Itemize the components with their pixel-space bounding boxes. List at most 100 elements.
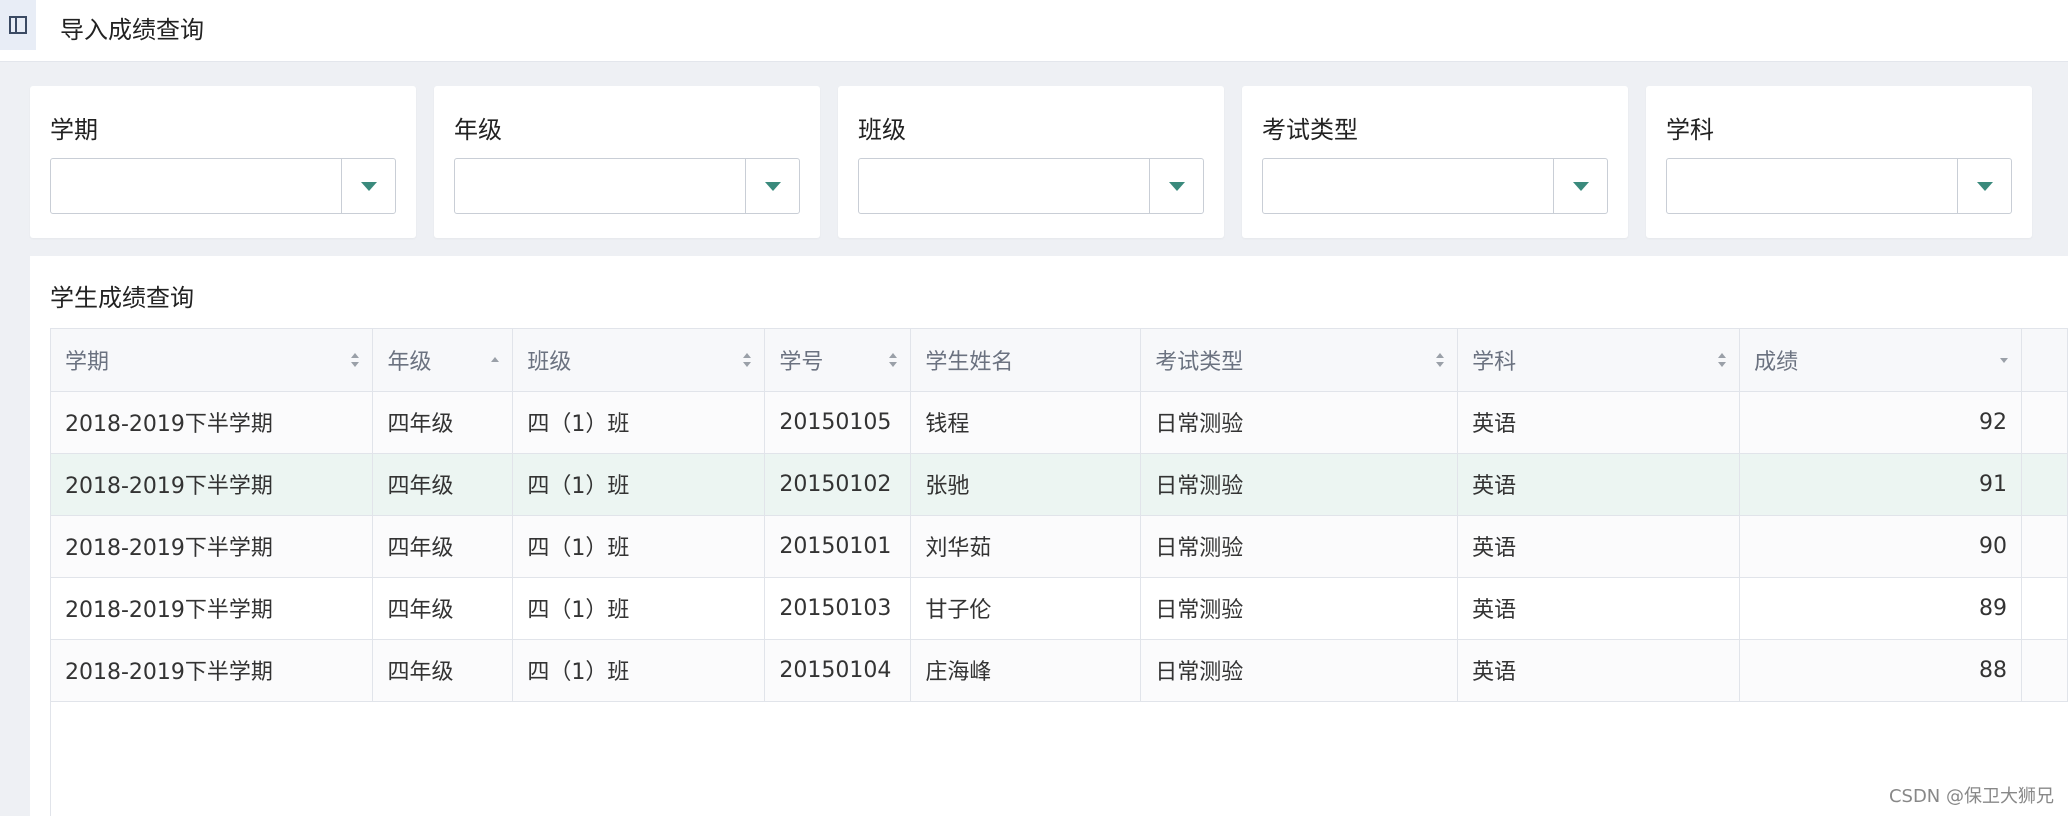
column-header-label: 考试类型 xyxy=(1155,349,1244,375)
column-header[interactable]: 年级 xyxy=(372,329,514,392)
select-value xyxy=(1667,159,1957,213)
filter-label: 班级 xyxy=(858,116,906,144)
results-panel: 学生成绩查询 学期 年级 班级 学号 学生姓名 考试类型 学科 成绩 2018-2019下半学… xyxy=(30,256,2068,816)
table-cell-spacer xyxy=(2021,453,2068,516)
column-header-label: 成绩 xyxy=(1754,349,1799,375)
table-cell: 2018-2019下半学期 xyxy=(51,515,374,578)
table-cell: 2018-2019下半学期 xyxy=(51,453,374,516)
table-cell: 刘华茹 xyxy=(910,515,1142,578)
dropdown-button[interactable] xyxy=(745,159,799,213)
table-cell: 英语 xyxy=(1457,391,1741,454)
column-header-label: 年级 xyxy=(387,349,432,375)
dropdown-button[interactable] xyxy=(1149,159,1203,213)
sort-icon[interactable] xyxy=(350,352,360,367)
sort-icon[interactable] xyxy=(1435,352,1445,367)
table-cell: 日常测验 xyxy=(1140,639,1459,702)
table-row[interactable]: 2018-2019下半学期 四年级 四（1）班 20150101 刘华茹 日常测验 英语 90 xyxy=(51,515,2068,578)
grades-table-container: 学期 年级 班级 学号 学生姓名 考试类型 学科 成绩 2018-2019下半学期 四年级 四（1… xyxy=(50,328,2068,816)
filter-label: 年级 xyxy=(454,116,502,144)
column-header-label: 学科 xyxy=(1472,349,1517,375)
table-cell: 四年级 xyxy=(372,639,514,702)
filter-exam-type: 考试类型 xyxy=(1242,86,1628,238)
table-cell: 20150102 xyxy=(764,453,912,516)
filter-label: 学期 xyxy=(50,116,98,144)
table-cell-spacer xyxy=(2021,639,2068,702)
table-cell: 张驰 xyxy=(910,453,1142,516)
column-header: 学生姓名 xyxy=(910,329,1142,392)
watermark: CSDN @保卫大狮兄 xyxy=(1888,786,2054,807)
table-row[interactable]: 2018-2019下半学期 四年级 四（1）班 20150105 钱程 日常测验 英语 92 xyxy=(51,391,2068,454)
column-header[interactable]: 学号 xyxy=(764,329,912,392)
dropdown-button[interactable] xyxy=(341,159,395,213)
table-cell: 庄海峰 xyxy=(910,639,1142,702)
table-cell: 四年级 xyxy=(372,453,514,516)
column-header[interactable]: 学期 xyxy=(51,329,374,392)
table-cell: 四年级 xyxy=(372,515,514,578)
sort-icon[interactable] xyxy=(1999,353,2009,367)
column-header-label: 学号 xyxy=(779,349,824,375)
sort-icon[interactable] xyxy=(490,353,500,367)
dropdown-button[interactable] xyxy=(1957,159,2011,213)
table-cell: 89 xyxy=(1739,577,2022,640)
table-cell: 日常测验 xyxy=(1140,391,1459,454)
dropdown-button[interactable] xyxy=(1553,159,1607,213)
table-cell: 四（1）班 xyxy=(512,577,766,640)
column-header-spacer xyxy=(2021,329,2068,392)
filter-grade: 年级 xyxy=(434,86,820,238)
table-cell: 20150104 xyxy=(764,639,912,702)
table-cell: 日常测验 xyxy=(1140,577,1459,640)
filter-subject: 学科 xyxy=(1646,86,2032,238)
table-cell-spacer xyxy=(2021,577,2068,640)
table-cell: 甘子伦 xyxy=(910,577,1142,640)
table-cell: 20150103 xyxy=(764,577,912,640)
chevron-down-icon xyxy=(764,181,781,191)
table-cell: 四（1）班 xyxy=(512,453,766,516)
semester-select[interactable] xyxy=(50,158,396,214)
select-value xyxy=(455,159,745,213)
table-cell: 英语 xyxy=(1457,515,1741,578)
chevron-down-icon xyxy=(1572,181,1589,191)
chevron-down-icon xyxy=(360,181,377,191)
filter-class: 班级 xyxy=(838,86,1224,238)
exam-type-select[interactable] xyxy=(1262,158,1608,214)
table-row[interactable]: 2018-2019下半学期 四年级 四（1）班 20150102 张驰 日常测验 英语 91 xyxy=(51,453,2068,516)
sidebar-toggle-button[interactable] xyxy=(0,0,36,50)
column-header[interactable]: 成绩 xyxy=(1739,329,2022,392)
table-body: 2018-2019下半学期 四年级 四（1）班 20150105 钱程 日常测验 英语 92 2… xyxy=(51,391,2068,702)
filter-label: 学科 xyxy=(1666,116,1714,144)
select-value xyxy=(1263,159,1553,213)
column-header-label: 学生姓名 xyxy=(925,349,1014,375)
table-cell: 四（1）班 xyxy=(512,391,766,454)
grade-select[interactable] xyxy=(454,158,800,214)
select-value xyxy=(859,159,1149,213)
page-title: 导入成绩查询 xyxy=(60,16,204,44)
class-select[interactable] xyxy=(858,158,1204,214)
table-cell: 四年级 xyxy=(372,577,514,640)
table-cell: 英语 xyxy=(1457,639,1741,702)
sort-icon[interactable] xyxy=(742,352,752,367)
table-cell: 88 xyxy=(1739,639,2022,702)
subject-select[interactable] xyxy=(1666,158,2012,214)
table-cell: 英语 xyxy=(1457,453,1741,516)
table-cell: 日常测验 xyxy=(1140,515,1459,578)
table-cell: 90 xyxy=(1739,515,2022,578)
sort-icon[interactable] xyxy=(888,352,898,367)
sort-icon[interactable] xyxy=(1717,352,1727,367)
table-header-row: 学期 年级 班级 学号 学生姓名 考试类型 学科 成绩 xyxy=(51,329,2068,392)
table-row[interactable]: 2018-2019下半学期 四年级 四（1）班 20150103 甘子伦 日常测验 英语 89 xyxy=(51,577,2068,640)
column-header[interactable]: 考试类型 xyxy=(1140,329,1459,392)
chevron-down-icon xyxy=(1168,181,1185,191)
grades-table: 学期 年级 班级 学号 学生姓名 考试类型 学科 成绩 2018-2019下半学期 四年级 四（1… xyxy=(51,329,2068,702)
column-header[interactable]: 学科 xyxy=(1457,329,1741,392)
column-header-label: 班级 xyxy=(527,349,572,375)
table-row[interactable]: 2018-2019下半学期 四年级 四（1）班 20150104 庄海峰 日常测验 英语 88 xyxy=(51,639,2068,702)
table-cell-spacer xyxy=(2021,515,2068,578)
column-header[interactable]: 班级 xyxy=(512,329,766,392)
table-cell: 四（1）班 xyxy=(512,639,766,702)
table-cell: 92 xyxy=(1739,391,2022,454)
table-cell: 2018-2019下半学期 xyxy=(51,577,374,640)
sidebar-toggle-icon xyxy=(9,16,27,34)
panel-title: 学生成绩查询 xyxy=(50,284,194,312)
table-cell: 91 xyxy=(1739,453,2022,516)
top-bar: 导入成绩查询 xyxy=(0,0,2068,62)
